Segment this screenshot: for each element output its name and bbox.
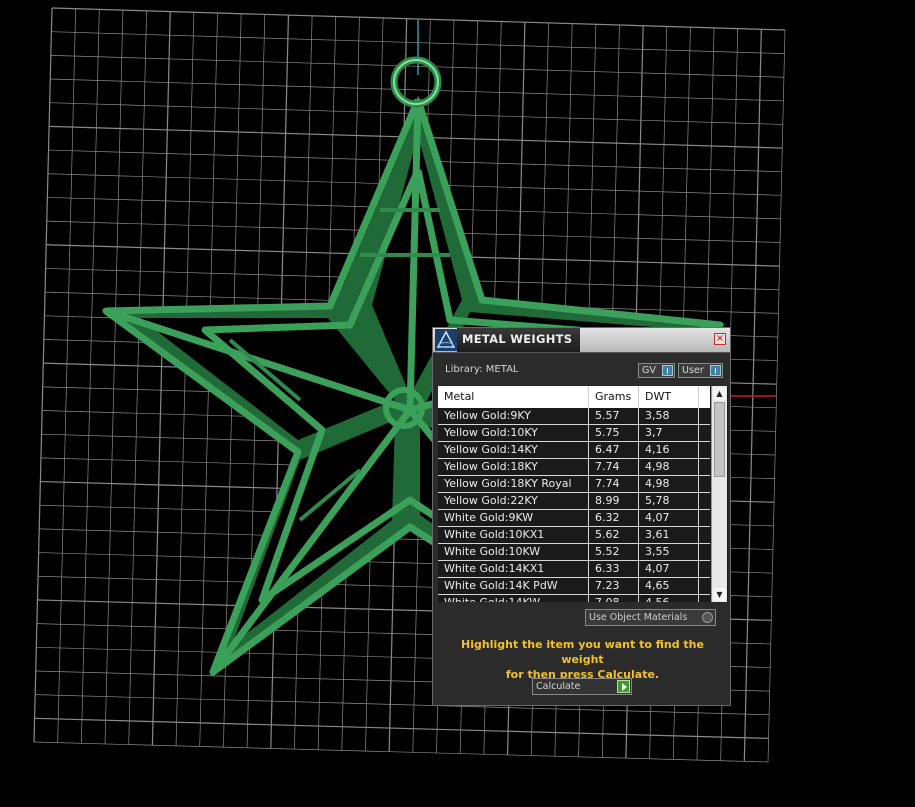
cell-grams: 7.23: [589, 578, 639, 594]
metal-weights-dialog[interactable]: METAL WEIGHTS × Library: METAL GV User M…: [432, 327, 731, 706]
cell-metal: White Gold:9KW: [438, 510, 589, 526]
gv-library-toggle[interactable]: GV: [638, 363, 675, 378]
cell-dwt: 3,7: [639, 425, 699, 441]
cell-dwt: 4,98: [639, 476, 699, 492]
cell-grams: 6.47: [589, 442, 639, 458]
table-scrollbar[interactable]: ▲ ▼: [711, 386, 727, 602]
table-row[interactable]: Yellow Gold:18KY Royal 7.74 4,98: [438, 476, 710, 493]
table-row[interactable]: Yellow Gold:18KY 7.74 4,98: [438, 459, 710, 476]
cell-grams: 7.74: [589, 476, 639, 492]
cell-metal: White Gold:14K PdW: [438, 578, 589, 594]
instruction-line-1: Highlight the item you want to find the …: [461, 638, 704, 666]
table-row[interactable]: White Gold:14K PdW 7.23 4,65: [438, 578, 710, 595]
scroll-down-arrow-icon[interactable]: ▼: [713, 588, 726, 601]
cell-metal: Yellow Gold:9KY: [438, 408, 589, 424]
calculate-button[interactable]: Calculate: [532, 678, 632, 695]
cell-grams: 5.52: [589, 544, 639, 560]
app-logo-icon: [435, 329, 457, 351]
user-label: User: [682, 365, 704, 376]
dialog-title: METAL WEIGHTS: [462, 332, 573, 346]
radio-knob-icon: [702, 612, 713, 623]
cell-metal: Yellow Gold:22KY: [438, 493, 589, 509]
column-header-grams[interactable]: Grams: [589, 386, 639, 408]
use-object-materials-label: Use Object Materials: [589, 612, 688, 623]
table-row[interactable]: Yellow Gold:10KY 5.75 3,7: [438, 425, 710, 442]
cell-dwt: 3,61: [639, 527, 699, 543]
cell-metal: Yellow Gold:18KY Royal: [438, 476, 589, 492]
cell-grams: 8.99: [589, 493, 639, 509]
cell-dwt: 3,58: [639, 408, 699, 424]
cell-grams: 5.75: [589, 425, 639, 441]
table-row[interactable]: White Gold:14KW7.084,56: [438, 595, 710, 602]
cell-metal: White Gold:10KX1: [438, 527, 589, 543]
table-row[interactable]: Yellow Gold:9KY 5.57 3,58: [438, 408, 710, 425]
cell-grams: 6.33: [589, 561, 639, 577]
table-row[interactable]: White Gold:9KW 6.32 4,07: [438, 510, 710, 527]
grid-line: [151, 11, 171, 746]
calculate-label: Calculate: [536, 681, 581, 692]
cell-grams: 7.08: [589, 595, 639, 602]
grid-line: [128, 10, 147, 745]
metal-table[interactable]: Metal Grams DWT Yellow Gold:9KY 5.57 3,58 Y…: [438, 386, 728, 602]
cell-metal: White Gold:10KW: [438, 544, 589, 560]
use-object-materials-toggle[interactable]: Use Object Materials: [585, 609, 716, 626]
cell-dwt: 4,07: [639, 510, 699, 526]
cell-grams: 6.32: [589, 510, 639, 526]
cell-dwt: 4,98: [639, 459, 699, 475]
grid-line: [34, 717, 769, 739]
table-row[interactable]: Yellow Gold:14KY 6.47 4,16: [438, 442, 710, 459]
grid-line: [81, 9, 100, 744]
table-row[interactable]: White Gold:10KW 5.52 3,55: [438, 544, 710, 561]
user-library-toggle[interactable]: User: [678, 363, 723, 378]
cell-dwt: 4,56: [639, 595, 699, 602]
gv-label: GV: [642, 365, 656, 376]
instruction-text: Highlight the item you want to find the …: [443, 637, 722, 682]
grid-line: [57, 8, 76, 743]
dialog-title-bar[interactable]: METAL WEIGHTS ×: [433, 328, 730, 353]
toggle-indicator-icon: [710, 365, 721, 376]
grid-line: [104, 10, 124, 744]
cell-grams: 5.57: [589, 408, 639, 424]
table-body: Yellow Gold:9KY 5.57 3,58 Yellow Gold:10KY 5…: [438, 408, 710, 602]
close-icon[interactable]: ×: [714, 333, 726, 345]
cell-dwt: 3,55: [639, 544, 699, 560]
cell-dwt: 4,16: [639, 442, 699, 458]
column-header-dwt[interactable]: DWT: [639, 386, 699, 408]
library-label: Library: METAL: [445, 364, 519, 375]
column-header-metal[interactable]: Metal: [438, 386, 589, 408]
scrollbar-thumb[interactable]: [714, 402, 725, 477]
grid-line: [175, 12, 195, 746]
table-row[interactable]: White Gold:10KX1 5.62 3,61: [438, 527, 710, 544]
cell-metal: Yellow Gold:14KY: [438, 442, 589, 458]
table-header: Metal Grams DWT: [438, 386, 710, 408]
cell-grams: 5.62: [589, 527, 639, 543]
grid-line: [50, 78, 784, 102]
cell-grams: 7.74: [589, 459, 639, 475]
cell-dwt: 4,07: [639, 561, 699, 577]
table-row[interactable]: White Gold:14KX1 6.33 4,07: [438, 561, 710, 578]
cell-dwt: 4,65: [639, 578, 699, 594]
cell-dwt: 5,78: [639, 493, 699, 509]
grid-line: [33, 7, 53, 743]
scroll-up-arrow-icon[interactable]: ▲: [713, 387, 726, 400]
cell-metal: White Gold:14KX1: [438, 561, 589, 577]
toggle-indicator-icon: [662, 365, 673, 376]
play-arrow-icon: [617, 680, 630, 693]
cell-metal: White Gold:14KW: [438, 595, 589, 602]
table-row[interactable]: Yellow Gold:22KY 8.99 5,78: [438, 493, 710, 510]
cell-metal: Yellow Gold:10KY: [438, 425, 589, 441]
cell-metal: Yellow Gold:18KY: [438, 459, 589, 475]
grid-line: [33, 741, 769, 763]
